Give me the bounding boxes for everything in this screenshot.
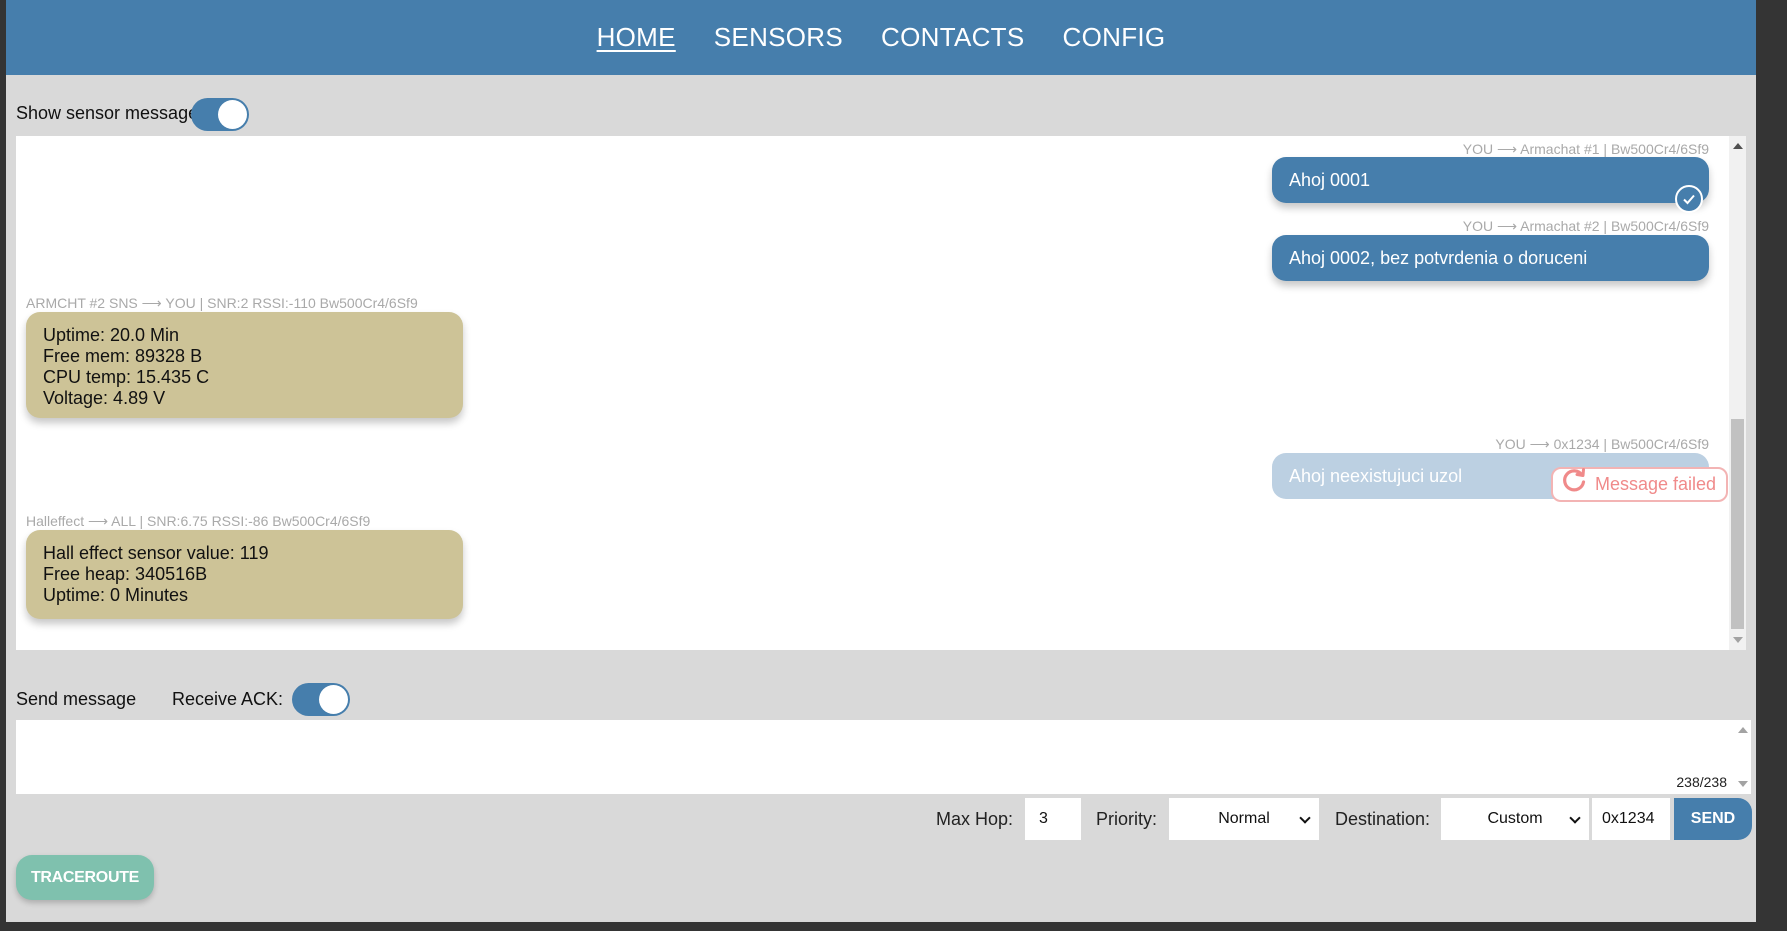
toggle-knob: [218, 100, 247, 129]
message-text: Ahoj neexistujuci uzol: [1289, 466, 1463, 486]
message-meta: Halleffect ⟶ ALL | SNR:6.75 RSSI:-86 Bw5…: [26, 513, 371, 529]
chevron-down-icon: [1299, 812, 1311, 824]
char-counter: 238/238: [1676, 774, 1727, 790]
check-icon: [1675, 185, 1703, 213]
destination-value: Custom: [1487, 810, 1543, 827]
outgoing-message[interactable]: Ahoj 0001: [1272, 157, 1709, 213]
retry-icon: [1561, 467, 1587, 503]
priority-label: Priority:: [1096, 809, 1158, 829]
send-button[interactable]: SEND: [1674, 798, 1752, 840]
message-meta: YOU ⟶ 0x1234 | Bw500Cr4/6Sf9: [1495, 436, 1709, 452]
retry-button[interactable]: Message failed: [1551, 467, 1729, 503]
message-line: CPU temp: 15.435 C: [43, 367, 210, 387]
priority-select[interactable]: Normal: [1169, 798, 1319, 840]
scroll-down-arrow[interactable]: [1738, 781, 1748, 787]
message-line: Hall effect sensor value: 119: [43, 543, 269, 563]
message-line: Voltage: 4.89 V: [43, 388, 166, 408]
chat-scrollbar[interactable]: [1729, 136, 1746, 650]
message-list: YOU ⟶ Armachat #1 | Bw500Cr4/6Sf9 Ahoj 0…: [16, 136, 1746, 650]
message-line: Uptime: 20.0 Min: [43, 325, 180, 345]
message-text: Ahoj 0002, bez potvrdenia o doruceni: [1289, 248, 1588, 268]
message-meta: YOU ⟶ Armachat #2 | Bw500Cr4/6Sf9: [1462, 218, 1709, 234]
sensor-message[interactable]: Uptime: 20.0 Min Free mem: 89328 B CPU t…: [26, 312, 463, 418]
message-meta: ARMCHT #2 SNS ⟶ YOU | SNR:2 RSSI:-110 Bw…: [26, 295, 418, 311]
nav-contacts[interactable]: CONTACTS: [881, 22, 1024, 53]
send-message-label: Send message: [16, 689, 137, 709]
nav-home[interactable]: HOME: [597, 22, 676, 53]
receive-ack-label: Receive ACK:: [172, 689, 284, 709]
traceroute-button[interactable]: TRACEROUTE: [16, 855, 154, 900]
message-composer: 238/238: [16, 720, 1751, 794]
show-sensor-label: Show sensor messages: [16, 103, 208, 123]
composer-scrollbar[interactable]: [1734, 720, 1751, 794]
custom-address-input[interactable]: 0x1234: [1592, 798, 1670, 840]
nav-sensors[interactable]: SENSORS: [714, 22, 843, 53]
message-line: Free mem: 89328 B: [43, 346, 203, 366]
toggle-knob: [319, 685, 348, 714]
top-nav: HOME SENSORS CONTACTS CONFIG: [6, 0, 1756, 75]
message-input[interactable]: [16, 720, 1731, 794]
outgoing-message[interactable]: Ahoj 0002, bez potvrdenia o doruceni: [1272, 235, 1709, 281]
fail-label: Message failed: [1595, 474, 1717, 494]
message-line: Uptime: 0 Minutes: [43, 585, 189, 605]
max-hop-input[interactable]: 3: [1025, 798, 1081, 840]
scroll-up-arrow[interactable]: [1733, 143, 1743, 149]
max-hop-label: Max Hop:: [936, 809, 1014, 829]
sensor-message[interactable]: Hall effect sensor value: 119 Free heap:…: [26, 530, 463, 619]
scroll-down-arrow[interactable]: [1733, 637, 1743, 643]
message-text: Ahoj 0001: [1289, 170, 1371, 190]
show-sensor-toggle[interactable]: [191, 98, 249, 131]
nav-config[interactable]: CONFIG: [1063, 22, 1166, 53]
scroll-up-arrow[interactable]: [1738, 727, 1748, 733]
chevron-down-icon: [1569, 812, 1581, 824]
priority-value: Normal: [1218, 810, 1270, 827]
app-window: HOME SENSORS CONTACTS CONFIG Show sensor…: [6, 0, 1756, 922]
message-meta: YOU ⟶ Armachat #1 | Bw500Cr4/6Sf9: [1462, 141, 1709, 157]
receive-ack-toggle[interactable]: [292, 683, 350, 716]
scroll-thumb[interactable]: [1731, 419, 1744, 629]
message-line: Free heap: 340516B: [43, 564, 208, 584]
destination-label: Destination:: [1335, 809, 1431, 829]
destination-select[interactable]: Custom: [1441, 798, 1589, 840]
